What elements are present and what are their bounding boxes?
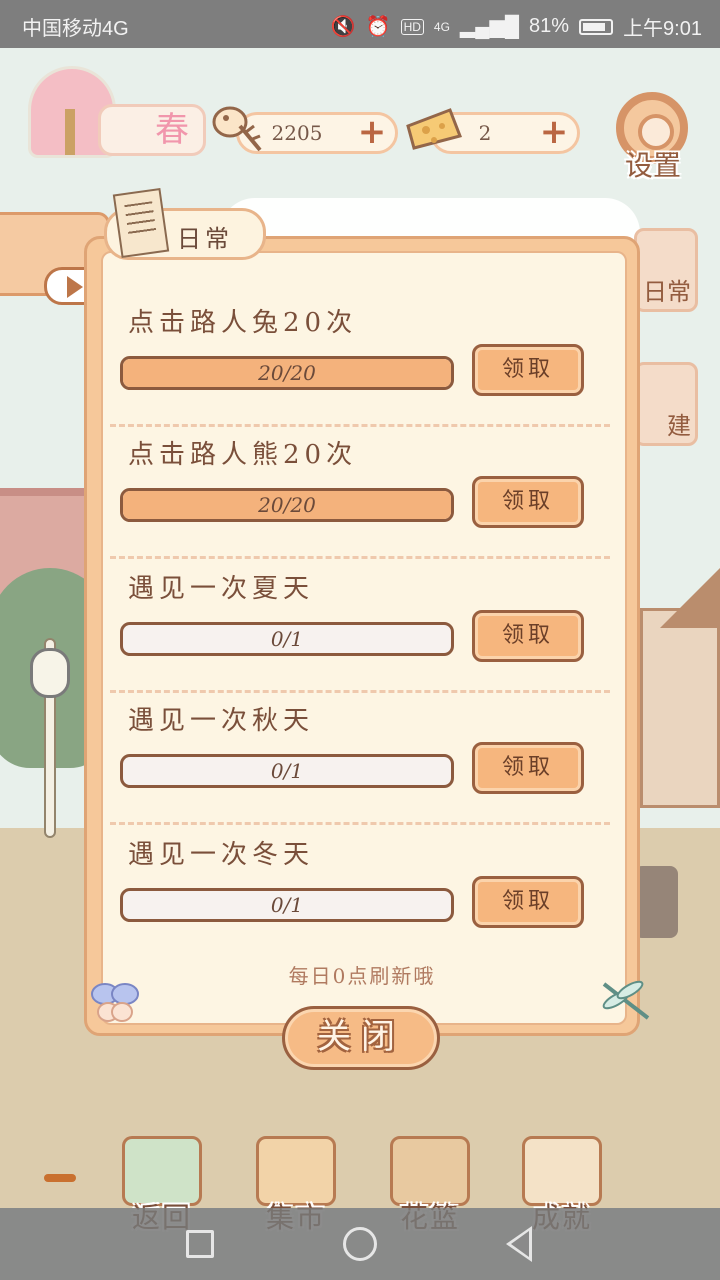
status-icons: 🔇 ⏰ HD 4G ▂▄▆█ 81% 上午9:01 (331, 12, 702, 41)
divider (110, 556, 610, 559)
task-progress-text: 20/20 (258, 361, 316, 385)
task-row: 遇见一次冬天 0/1 领取 (110, 832, 610, 964)
hd-badge: HD (400, 18, 424, 35)
task-name: 遇见一次夏天 (128, 574, 315, 604)
recent-apps-button[interactable] (186, 1230, 214, 1258)
claim-button[interactable]: 领取 (472, 876, 584, 928)
claim-button[interactable]: 领取 (472, 610, 584, 662)
claim-button[interactable]: 领取 (472, 742, 584, 794)
clock: 上午9:01 (623, 18, 702, 40)
task-row: 遇见一次秋天 0/1 领取 (110, 698, 610, 830)
divider (110, 690, 610, 693)
task-progress-text: 0/1 (270, 893, 304, 917)
back-button[interactable] (506, 1226, 532, 1262)
alarm-icon: ⏰ (365, 16, 391, 38)
task-row: 点击路人熊20次 20/20 领取 (110, 432, 610, 564)
claim-button[interactable]: 领取 (472, 476, 584, 528)
task-progress-bar: 20/20 (120, 356, 454, 390)
battery-percent: 81% (529, 15, 570, 37)
task-row: 遇见一次夏天 0/1 领取 (110, 566, 610, 698)
task-progress-text: 20/20 (258, 493, 316, 517)
task-name: 遇见一次秋天 (128, 706, 315, 736)
task-progress-bar: 20/20 (120, 488, 454, 522)
task-name: 遇见一次冬天 (128, 840, 315, 870)
network-label: 4G (433, 19, 450, 34)
dragonfly-icon (596, 978, 656, 1024)
status-bar: 中国移动4G 🔇 ⏰ HD 4G ▂▄▆█ 81% 上午9:01 (0, 0, 720, 48)
panel-tab-label: 日常 (177, 225, 233, 253)
task-name: 点击路人熊20次 (128, 440, 358, 470)
task-row: 点击路人兔20次 20/20 领取 (110, 300, 610, 432)
document-icon (112, 187, 170, 259)
divider (110, 822, 610, 825)
home-button[interactable] (343, 1227, 377, 1261)
task-progress-bar: 0/1 (120, 622, 454, 656)
claim-button[interactable]: 领取 (472, 344, 584, 396)
task-name: 点击路人兔20次 (128, 308, 358, 338)
task-progress-text: 0/1 (270, 759, 304, 783)
carrier-label: 中国移动4G (22, 18, 129, 40)
refresh-note: 每日0点刷新哦 (288, 964, 436, 988)
divider (110, 424, 610, 427)
nav-dash (44, 1174, 76, 1182)
system-nav-bar (0, 1208, 720, 1280)
task-progress-bar: 0/1 (120, 754, 454, 788)
battery-icon (579, 18, 614, 35)
task-progress-bar: 0/1 (120, 888, 454, 922)
close-button[interactable]: 关闭 (282, 1006, 440, 1070)
task-progress-text: 0/1 (270, 627, 304, 651)
butterfly-icon (90, 980, 140, 1024)
signal-icon: ▂▄▆█ (459, 16, 520, 38)
mute-icon: 🔇 (330, 16, 356, 38)
panel-tab-daily: 日常 (104, 187, 266, 260)
